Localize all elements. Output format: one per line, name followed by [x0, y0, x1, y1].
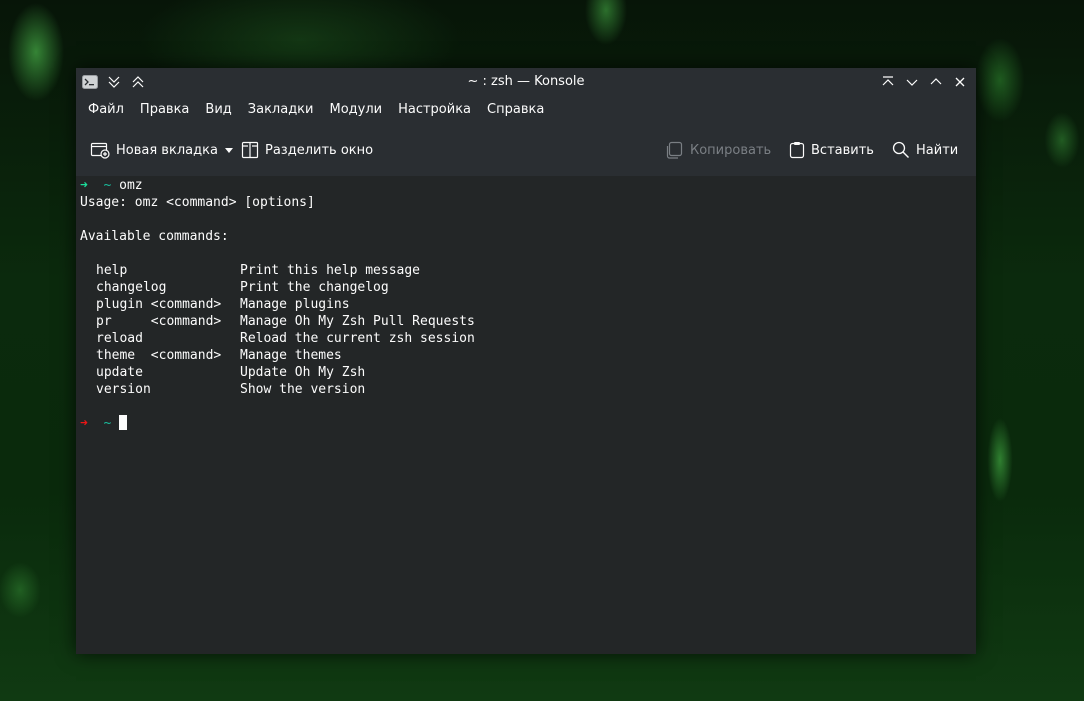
command-desc: Manage plugins: [240, 297, 350, 312]
terminal-app-icon[interactable]: [80, 72, 100, 92]
command-desc: Show the version: [240, 382, 366, 397]
paste-label: Вставить: [811, 142, 874, 158]
new-tab-icon: [90, 141, 110, 159]
current-prompt-line[interactable]: ➜ ~: [80, 415, 972, 432]
command-desc: Print this help message: [240, 263, 421, 278]
menu-plugins[interactable]: Модули: [321, 96, 390, 124]
prompt-dir: ~: [103, 416, 112, 431]
find-label: Найти: [916, 142, 959, 158]
command-desc: Print the changelog: [240, 280, 389, 295]
entered-command: omz: [119, 178, 143, 193]
command-name: plugin <command>: [96, 297, 222, 312]
chevron-down-icon[interactable]: [224, 146, 234, 154]
close-icon[interactable]: [950, 72, 970, 92]
available-header: Available commands:: [80, 229, 229, 244]
shade-icon[interactable]: [878, 72, 898, 92]
minimize-icon[interactable]: [902, 72, 922, 92]
keep-below-icon[interactable]: [104, 72, 124, 92]
prompt-dir: ~: [103, 178, 112, 193]
command-row: plugin <command> Manage plugins: [80, 296, 972, 313]
prompt-arrow-error: ➜: [80, 416, 88, 431]
paste-icon: [789, 141, 805, 159]
menu-help[interactable]: Справка: [479, 96, 552, 124]
command-row: pr <command> Manage Oh My Zsh Pull Reques…: [80, 313, 972, 330]
split-view-button[interactable]: Разделить окно: [241, 138, 373, 162]
command-row: reload Reload the current zsh session: [80, 330, 972, 347]
paste-button[interactable]: Вставить: [789, 138, 874, 162]
command-row: theme <command> Manage themes: [80, 347, 972, 364]
copy-icon: [666, 141, 684, 159]
new-tab-label: Новая вкладка: [116, 142, 218, 158]
toolbar: Новая вкладка Разделить окно Копировать …: [76, 124, 976, 177]
keep-above-icon[interactable]: [128, 72, 148, 92]
command-name: reload: [96, 331, 143, 346]
menu-bar: Файл Правка Вид Закладки Модули Настройк…: [76, 96, 976, 124]
command-desc: Reload the current zsh session: [240, 331, 475, 346]
command-row: update Update Oh My Zsh: [80, 364, 972, 381]
menu-bookmarks[interactable]: Закладки: [240, 96, 322, 124]
command-desc: Update Oh My Zsh: [240, 365, 366, 380]
copy-label: Копировать: [690, 142, 772, 158]
usage-line: Usage: omz <command> [options]: [80, 195, 315, 210]
command-name: update: [96, 365, 143, 380]
command-row: changelog Print the changelog: [80, 279, 972, 296]
prompt-arrow: ➜: [80, 178, 88, 193]
new-tab-button[interactable]: Новая вкладка: [90, 138, 234, 162]
command-name: theme <command>: [96, 348, 222, 363]
konsole-window: ~ : zsh — Konsole Файл Правка Вид Заклад…: [76, 68, 976, 654]
prompt-line: ➜ ~ omz: [80, 177, 972, 194]
text-cursor: [119, 415, 128, 430]
window-title: ~ : zsh — Konsole: [467, 74, 585, 89]
command-row: version Show the version: [80, 381, 972, 398]
command-name: help: [96, 263, 128, 278]
terminal-view[interactable]: ➜ ~ omz Usage: omz <command> [options] A…: [76, 176, 976, 654]
search-icon: [892, 141, 910, 159]
split-view-icon: [241, 141, 259, 159]
find-button[interactable]: Найти: [892, 138, 958, 162]
command-desc: Manage themes: [240, 348, 342, 363]
menu-view[interactable]: Вид: [197, 96, 239, 124]
copy-button[interactable]: Копировать: [666, 138, 771, 162]
command-desc: Manage Oh My Zsh Pull Requests: [240, 314, 475, 329]
command-row: help Print this help message: [80, 262, 972, 279]
maximize-icon[interactable]: [926, 72, 946, 92]
command-name: version: [96, 382, 151, 397]
command-name: pr <command>: [96, 314, 222, 329]
menu-file[interactable]: Файл: [80, 96, 132, 124]
command-name: changelog: [96, 280, 167, 295]
split-view-label: Разделить окно: [265, 142, 374, 158]
menu-edit[interactable]: Правка: [132, 96, 197, 124]
menu-settings[interactable]: Настройка: [390, 96, 479, 124]
title-bar[interactable]: ~ : zsh — Konsole: [76, 68, 976, 96]
